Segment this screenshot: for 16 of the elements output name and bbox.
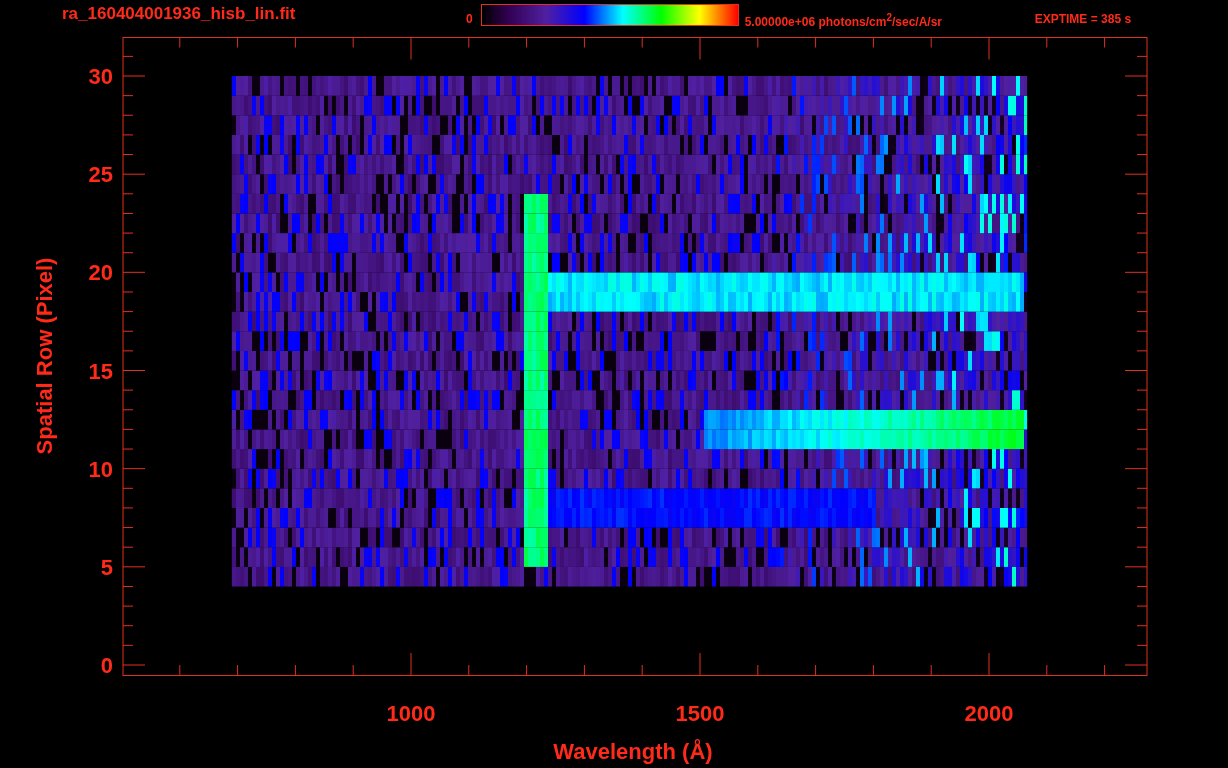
x-tick-label: 1000 [386, 701, 436, 726]
scale-max-label: 5.00000e+06 photons/cm$^{2}$/sec/A/sr [744, 12, 944, 29]
x-tick-label: 2000 [964, 701, 1014, 726]
y-tick-label: 30 [88, 64, 113, 89]
x-axis-label: Wavelength (Å) [553, 739, 713, 764]
scale-min-label: 0 [466, 12, 473, 26]
y-tick-label: 10 [88, 456, 113, 482]
y-tick-label: 5 [100, 554, 113, 580]
y-tick-label: 25 [88, 162, 113, 188]
x-tick-label: 1500 [675, 701, 725, 726]
y-axis-label: Spatial Row (Pixel) [32, 257, 57, 455]
y-tick-label: 0 [100, 653, 113, 678]
file-title: ra_160404001936_hisb_lin.fit [62, 4, 297, 24]
y-tick-label: 15 [88, 358, 113, 384]
exposure-label: EXPTIME = 385 s [1034, 12, 1132, 26]
y-tick-label: 20 [88, 260, 113, 286]
